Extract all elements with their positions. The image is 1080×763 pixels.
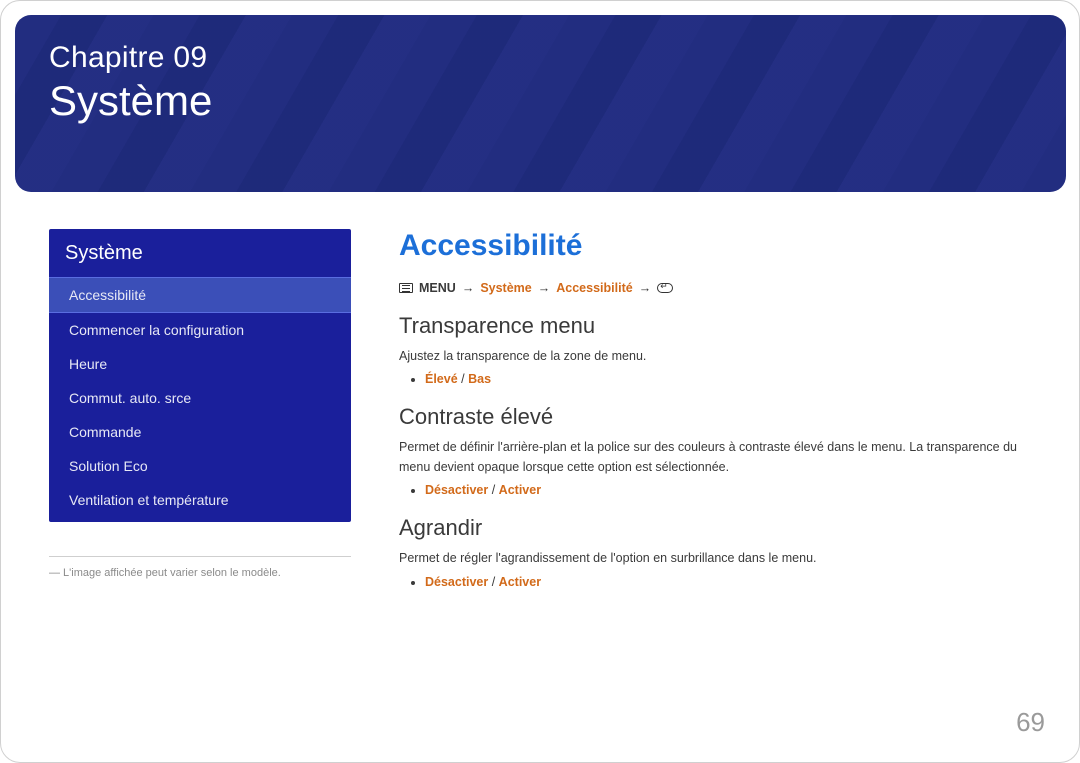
section-options: Désactiver / Activer	[399, 483, 1032, 497]
option-value: Désactiver	[425, 575, 488, 589]
section-heading-contraste-eleve: Contraste élevé	[399, 404, 1032, 430]
sidebar-item-commande[interactable]: Commande	[49, 415, 351, 449]
sidebar: Système Accessibilité Commencer la confi…	[15, 211, 385, 731]
option-value: Désactiver	[425, 483, 488, 497]
sidebar-item-label: Commencer la configuration	[69, 322, 244, 338]
page-title: Accessibilité	[399, 229, 1032, 263]
sidebar-item-label: Accessibilité	[69, 287, 146, 303]
option-value: Activer	[499, 575, 541, 589]
sidebar-item-label: Ventilation et température	[69, 492, 229, 508]
sidebar-menu: Système Accessibilité Commencer la confi…	[49, 229, 351, 522]
chapter-title: Système	[49, 77, 1032, 125]
chapter-number: Chapitre 09	[49, 41, 1032, 75]
arrow-icon: →	[462, 281, 475, 295]
enter-icon	[657, 283, 673, 293]
sidebar-item-commencer-configuration[interactable]: Commencer la configuration	[49, 313, 351, 347]
chapter-banner: Chapitre 09 Système	[15, 15, 1066, 192]
section-options: Élevé / Bas	[399, 372, 1032, 386]
sidebar-item-heure[interactable]: Heure	[49, 347, 351, 381]
section-heading-agrandir: Agrandir	[399, 515, 1032, 541]
sidebar-item-accessibilite[interactable]: Accessibilité	[49, 277, 351, 313]
main-column: Accessibilité MENU → Système → Accessibi…	[385, 211, 1066, 731]
sidebar-item-label: Solution Eco	[69, 458, 148, 474]
breadcrumb: MENU → Système → Accessibilité →	[399, 281, 1032, 295]
sidebar-item-ventilation-temperature[interactable]: Ventilation et température	[49, 483, 351, 522]
breadcrumb-menu-label: MENU	[419, 281, 456, 295]
sidebar-item-solution-eco[interactable]: Solution Eco	[49, 449, 351, 483]
breadcrumb-accessibilite: Accessibilité	[556, 281, 632, 295]
sidebar-item-label: Commut. auto. srce	[69, 390, 191, 406]
section-body: Ajustez la transparence de la zone de me…	[399, 347, 1032, 366]
document-page: Chapitre 09 Système Système Accessibilit…	[0, 0, 1080, 763]
breadcrumb-systeme: Système	[480, 281, 531, 295]
menu-icon	[399, 283, 413, 293]
arrow-icon: →	[639, 281, 652, 295]
option-sep: /	[458, 372, 468, 386]
sidebar-footnote: ― L'image affichée peut varier selon le …	[49, 556, 351, 579]
arrow-icon: →	[538, 281, 551, 295]
option-item: Désactiver / Activer	[425, 483, 1032, 497]
sidebar-item-label: Heure	[69, 356, 107, 372]
option-sep: /	[488, 483, 498, 497]
sidebar-item-label: Commande	[69, 424, 141, 440]
section-options: Désactiver / Activer	[399, 575, 1032, 589]
option-sep: /	[488, 575, 498, 589]
option-value: Élevé	[425, 372, 458, 386]
page-number: 69	[1016, 707, 1045, 738]
section-body: Permet de régler l'agrandissement de l'o…	[399, 549, 1032, 568]
option-item: Élevé / Bas	[425, 372, 1032, 386]
section-body: Permet de définir l'arrière-plan et la p…	[399, 438, 1032, 477]
option-value: Activer	[499, 483, 541, 497]
section-heading-transparence-menu: Transparence menu	[399, 313, 1032, 339]
option-value: Bas	[468, 372, 491, 386]
sidebar-item-commut-auto-srce[interactable]: Commut. auto. srce	[49, 381, 351, 415]
option-item: Désactiver / Activer	[425, 575, 1032, 589]
sidebar-menu-header: Système	[49, 229, 351, 277]
content-area: Système Accessibilité Commencer la confi…	[15, 211, 1066, 731]
